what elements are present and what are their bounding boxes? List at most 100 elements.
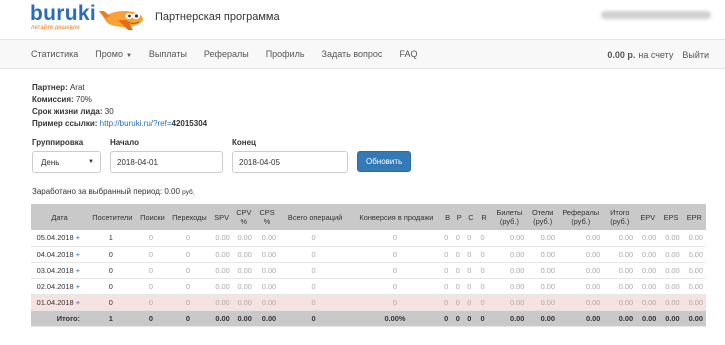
referral-link[interactable]: http://buruki.ru/?ref=42015304 (100, 119, 207, 128)
table-cell: 0.00 (557, 262, 604, 279)
top-header: buruki летайте дешевле Партнерская прогр… (0, 0, 725, 34)
table-cell: 0 (441, 230, 454, 247)
table-cell: 0.00 (636, 278, 660, 295)
table-cell: 0.00 (682, 278, 706, 295)
col-header-epr[interactable]: EPR (682, 204, 706, 230)
table-cell: 0.00 (232, 246, 255, 263)
end-date-label: Конец (232, 138, 256, 147)
col-header-tickets[interactable]: Билеты (руб.) (491, 204, 528, 230)
nav-item-statistics[interactable]: Статистика (31, 49, 78, 59)
chevron-down-icon: ▼ (88, 159, 94, 165)
table-cell: 0 (168, 230, 211, 247)
col-header-referrals[interactable]: Рефералы (руб.) (557, 204, 604, 230)
col-header-eps[interactable]: EPS (659, 204, 683, 230)
filter-form: Группировка День ▼ Начало 2018-04-01 Кон… (0, 138, 725, 173)
nav-item-profile[interactable]: Профиль (266, 49, 305, 59)
expand-plus-icon[interactable]: + (76, 250, 80, 259)
col-header-clicks[interactable]: Переходы (168, 204, 211, 230)
expand-plus-icon[interactable]: + (76, 233, 80, 242)
refresh-button[interactable]: Обновить (357, 151, 412, 172)
table-row: 05.04.2018 +1 0 0 0.00 0.00 0.00 0 0 0 0 0 0 0.00 0.0… (31, 230, 706, 247)
group-by-field: Группировка День ▼ (32, 138, 101, 173)
col-header-b[interactable]: B (441, 204, 454, 230)
col-header-hotels[interactable]: Отели (руб.) (527, 204, 558, 230)
nav-item-promo[interactable]: Промо ▼ (95, 49, 132, 59)
lifetime-label: Срок жизни лида: (32, 107, 103, 116)
col-header-c[interactable]: C (465, 204, 477, 230)
nav-item-ask-question[interactable]: Задать вопрос (322, 49, 383, 59)
col-header-spv[interactable]: SPV (210, 204, 233, 230)
col-header-visitors[interactable]: Посетители (88, 204, 137, 230)
table-cell: 0 (465, 294, 477, 311)
balance-label: на счету (638, 50, 674, 60)
table-cell: 0 (168, 262, 211, 279)
expand-plus-icon[interactable]: + (76, 266, 80, 275)
col-header-total[interactable]: Итого (руб.) (603, 204, 637, 230)
start-date-input[interactable]: 2018-04-01 (110, 151, 223, 173)
table-cell: 0.00 (491, 278, 528, 295)
table-cell: 0.00 (659, 278, 683, 295)
table-cell: 0 (279, 294, 351, 311)
table-cell: 0 (351, 278, 442, 295)
col-header-searches[interactable]: Поиски (136, 204, 169, 230)
table-cell: 0.00 (557, 246, 604, 263)
referral-link-prefix: http://buruki.ru/?ref= (99, 119, 172, 128)
col-header-p[interactable]: P (453, 204, 466, 230)
table-cell: 0.00 (254, 310, 280, 327)
partner-label: Партнер: (32, 83, 68, 92)
nav-item-payouts[interactable]: Выплаты (149, 49, 187, 59)
table-cell: 0.00 (682, 230, 706, 247)
table-cell: 0 (136, 262, 169, 279)
table-cell: 0 (136, 294, 169, 311)
table-cell: 0 (88, 278, 137, 295)
table-cell: 0 (279, 310, 351, 327)
col-header-epv[interactable]: EPV (636, 204, 660, 230)
table-cell: 0 (441, 294, 454, 311)
table-cell: 0.00 (682, 262, 706, 279)
logo-wordmark: buruki (30, 2, 96, 25)
logo[interactable]: buruki летайте дешевле (30, 3, 96, 31)
col-header-r[interactable]: R (476, 204, 492, 230)
main-navbar: Статистика Промо ▼ Выплаты Рефералы Профи… (0, 39, 725, 69)
user-email-blurred[interactable] (601, 11, 711, 19)
table-cell: 0 (441, 262, 454, 279)
expand-plus-icon[interactable]: + (76, 282, 80, 291)
table-cell: 0.00 (491, 246, 528, 263)
table-cell: 0.00 (659, 294, 683, 311)
partner-info: Партнер: Arat Комиссия: 70% Срок жизни л… (0, 69, 725, 130)
caret-down-icon: ▼ (125, 53, 132, 59)
nav-item-faq[interactable]: FAQ (399, 49, 417, 59)
end-date-input[interactable]: 2018-04-05 (232, 151, 348, 173)
table-cell: 0.00 (603, 262, 637, 279)
table-header-row: Дата Посетители Поиски Переходы SPV CPV … (31, 204, 706, 230)
table-cell: 0.00 (603, 294, 637, 311)
table-cell: 0.00 (527, 230, 558, 247)
nav-item-referrals[interactable]: Рефералы (204, 49, 249, 59)
table-cell: 0 (279, 262, 351, 279)
col-header-conversion[interactable]: Конверсия в продажи (351, 204, 442, 230)
expand-plus-icon[interactable]: + (76, 298, 80, 307)
table-cell: 0.00 (603, 278, 637, 295)
col-header-date[interactable]: Дата (31, 204, 89, 230)
col-header-cpv[interactable]: CPV % (232, 204, 255, 230)
table-row: 02.04.2018 +0 0 0 0.00 0.00 0.00 0 0 0 0 0 0 0.00 0.0… (31, 278, 706, 295)
table-cell: 0 (351, 294, 442, 311)
table-cell: 0.00 (210, 230, 233, 247)
table-cell: 0 (453, 230, 466, 247)
col-header-total-ops[interactable]: Всего операций (279, 204, 351, 230)
table-cell: 0.00 (636, 246, 660, 263)
logout-link[interactable]: Выйти (682, 50, 709, 60)
group-by-select[interactable]: День ▼ (32, 151, 101, 173)
table-cell: 0.00 (232, 262, 255, 279)
table-body: 05.04.2018 +1 0 0 0.00 0.00 0.00 0 0 0 0 0 0 0.00 0.0… (31, 230, 706, 327)
group-by-label: Группировка (32, 138, 84, 147)
table-cell: 0 (136, 310, 169, 327)
col-header-cps[interactable]: CPS % (254, 204, 280, 230)
table-cell: 0.00 (557, 278, 604, 295)
table-cell: 0 (441, 310, 454, 327)
table-cell: 0 (168, 294, 211, 311)
table-cell: 0 (465, 262, 477, 279)
commission-label: Комиссия: (32, 95, 74, 104)
table-cell: 0 (453, 294, 466, 311)
table-cell: 0 (465, 278, 477, 295)
